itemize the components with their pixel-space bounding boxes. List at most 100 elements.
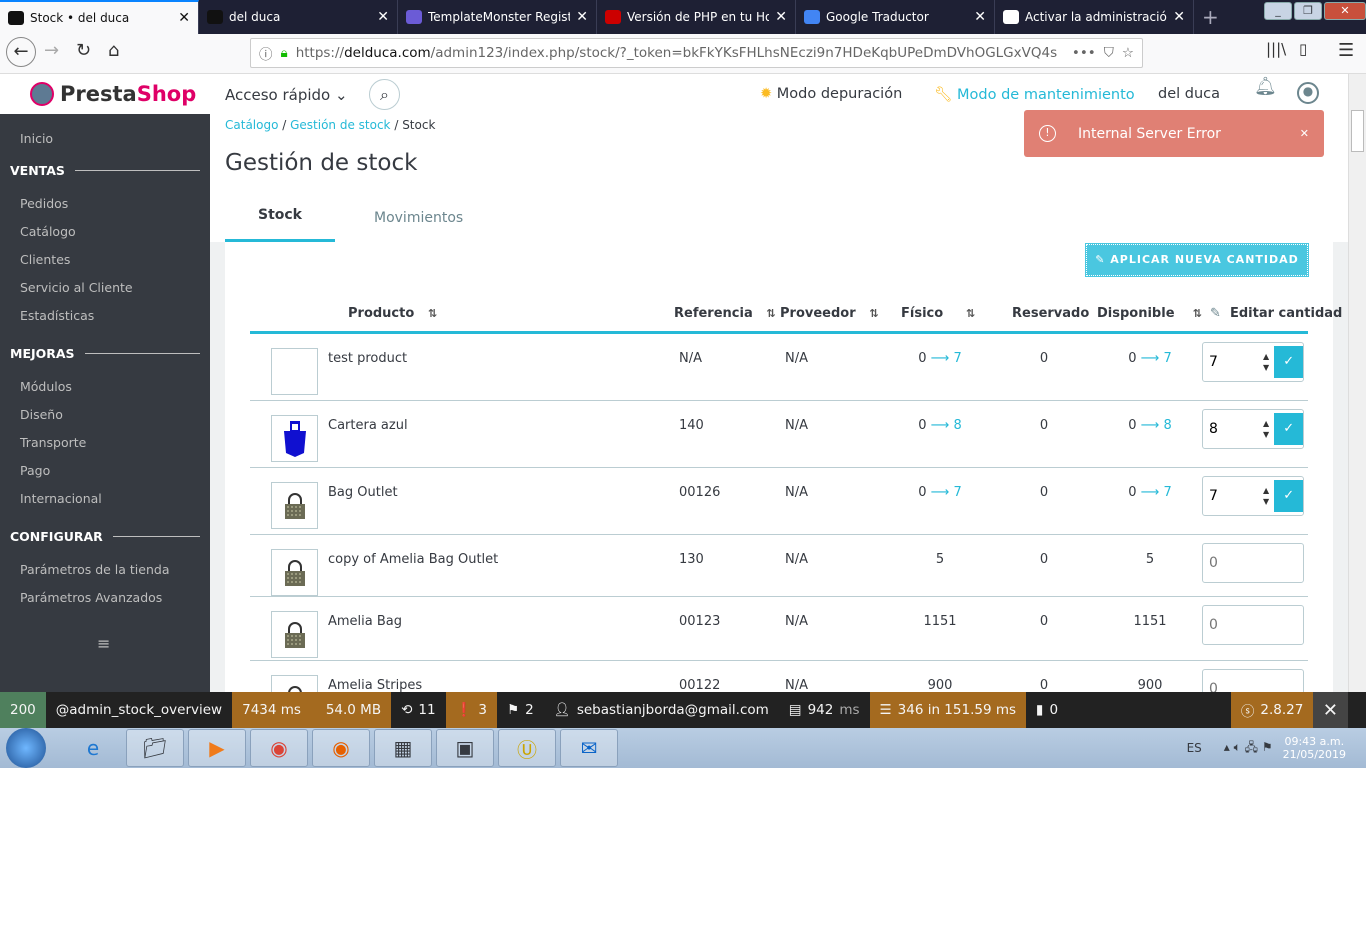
close-window-button[interactable]: ✕ <box>1324 2 1366 20</box>
sidebar-item[interactable]: Catálogo <box>20 224 76 239</box>
sort-icon[interactable]: ⇅ <box>869 307 878 320</box>
start-button[interactable] <box>6 728 46 768</box>
sidebar-item[interactable]: Pedidos <box>20 196 68 211</box>
internet-explorer-icon[interactable]: e <box>64 729 122 767</box>
edit-quantity-field[interactable] <box>1202 605 1304 645</box>
sort-icon[interactable]: ⇅ <box>966 307 975 320</box>
info-icon[interactable]: ⓘ <box>259 43 273 63</box>
minimize-button[interactable]: _ <box>1264 2 1292 20</box>
quantity-input[interactable] <box>1203 681 1263 692</box>
symfony-version[interactable]: ⓢ 2.8.27 <box>1230 692 1313 728</box>
forward-button[interactable]: → <box>44 40 59 61</box>
close-tab-icon[interactable]: ✕ <box>178 10 190 26</box>
quantity-stepper[interactable]: ▲ ▼ <box>1263 351 1274 373</box>
breadcrumb-gestion-stock[interactable]: Gestión de stock <box>290 118 390 132</box>
performance-panel[interactable]: 7434 ms 54.0 MB <box>232 692 392 728</box>
product-name[interactable]: test product <box>328 351 407 366</box>
quick-access-dropdown[interactable]: Acceso rápido ⌄ <box>225 86 348 104</box>
sidebar-item[interactable]: Pago <box>20 463 50 478</box>
user-account-icon[interactable]: ● <box>1297 82 1319 104</box>
sidebar-item[interactable]: Internacional <box>20 491 102 506</box>
close-tab-icon[interactable]: ✕ <box>377 9 389 25</box>
close-alert-button[interactable]: ✕ <box>1300 127 1309 140</box>
sidebar-item[interactable]: Estadísticas <box>20 308 94 323</box>
maintenance-mode-link[interactable]: 🔧︎ Modo de mantenimiento <box>934 86 1135 103</box>
cache-panel[interactable]: ▮ 0 <box>1026 692 1068 728</box>
quantity-input[interactable] <box>1203 488 1263 504</box>
calculator-icon[interactable]: ▦ <box>374 729 432 767</box>
product-name[interactable]: Amelia Stripes <box>328 678 422 692</box>
file-explorer-icon[interactable]: 📁︎ <box>126 729 184 767</box>
browser-tab[interactable]: TemplateMonster Registra ✕ <box>398 0 597 34</box>
sidebar-item[interactable]: Módulos <box>20 379 72 394</box>
close-tab-icon[interactable]: ✕ <box>1173 9 1185 25</box>
page-scrollbar[interactable] <box>1348 74 1366 692</box>
clock[interactable]: 09:43 a.m. 21/05/2019 <box>1283 735 1346 761</box>
menu-icon[interactable]: ☰ <box>1338 40 1354 61</box>
library-icon[interactable]: |||\ <box>1266 40 1286 58</box>
column-header-physical[interactable]: Físico ⇅ <box>901 306 975 321</box>
more-icon[interactable]: ••• <box>1072 45 1096 61</box>
close-toolbar-button[interactable]: ✕ <box>1312 692 1348 728</box>
requests-panel[interactable]: ⟲ 11 <box>391 692 446 728</box>
reload-button[interactable]: ↻ <box>76 40 91 61</box>
browser-tab[interactable]: Stock • del duca ✕ <box>0 0 199 34</box>
new-tab-button[interactable]: + <box>1194 0 1224 34</box>
sort-icon[interactable]: ⇅ <box>766 307 775 320</box>
pocket-icon[interactable]: ⛉ <box>1104 45 1114 61</box>
quantity-input[interactable] <box>1203 421 1263 437</box>
browser-tab[interactable]: Activar la administración a ✕ <box>995 0 1194 34</box>
confirm-quantity-button[interactable]: ✓ <box>1274 413 1303 445</box>
column-header-available[interactable]: Disponible ⇅ <box>1097 306 1202 321</box>
quantity-input[interactable] <box>1203 354 1263 370</box>
home-button[interactable]: ⌂ <box>108 40 119 61</box>
sidebar-item[interactable]: Parámetros de la tienda <box>20 562 170 577</box>
column-header-supplier[interactable]: Proveedor ⇅ <box>780 306 878 321</box>
sidebar-toggle-icon[interactable]: ▯ <box>1299 40 1307 58</box>
user-panel[interactable]: 👤︎ sebastianjborda@gmail.com <box>544 692 779 728</box>
media-player-icon[interactable]: ▶ <box>188 729 246 767</box>
edit-quantity-field[interactable] <box>1202 669 1304 692</box>
collapse-menu-icon[interactable]: ≡ <box>97 634 110 653</box>
prestashop-logo[interactable]: PrestaShop <box>0 74 210 114</box>
product-name[interactable]: Cartera azul <box>328 418 408 433</box>
browser-tab[interactable]: Versión de PHP en tu Host ✕ <box>597 0 796 34</box>
notifications-bell-icon[interactable]: 🔔︎ <box>1254 76 1277 97</box>
sidebar-item[interactable]: Servicio al Cliente <box>20 280 133 295</box>
edit-quantity-field[interactable] <box>1202 543 1304 583</box>
chrome-icon[interactable]: ◉ <box>250 729 308 767</box>
confirm-quantity-button[interactable]: ✓ <box>1274 346 1303 378</box>
outlook-icon[interactable]: ✉ <box>560 729 618 767</box>
url-bar[interactable]: ⓘ 🔒︎ https://delduca.com/admin123/index.… <box>250 38 1143 68</box>
debug-mode-link[interactable]: ✹ Modo depuración <box>760 86 902 102</box>
close-tab-icon[interactable]: ✕ <box>974 9 986 25</box>
quantity-input[interactable] <box>1203 555 1263 571</box>
tab-movimientos[interactable]: Movimientos <box>374 210 463 226</box>
browser-tab[interactable]: Google Traductor ✕ <box>796 0 995 34</box>
back-button[interactable]: ← <box>6 37 36 67</box>
product-name[interactable]: Bag Outlet <box>328 485 398 500</box>
sidebar-item[interactable]: Diseño <box>20 407 63 422</box>
sidebar-item-inicio[interactable]: Inicio <box>20 131 53 146</box>
bookmark-star-icon[interactable]: ☆ <box>1122 45 1134 61</box>
sidebar-item[interactable]: Transporte <box>20 435 86 450</box>
quantity-stepper[interactable]: ▲ ▼ <box>1263 485 1274 507</box>
confirm-quantity-button[interactable]: ✓ <box>1274 480 1303 512</box>
close-tab-icon[interactable]: ✕ <box>576 9 588 25</box>
maximize-button[interactable]: ❐ <box>1294 2 1322 20</box>
edit-quantity-field[interactable]: ▲▼✓ <box>1202 342 1304 382</box>
route-name[interactable]: @admin_stock_overview <box>46 692 232 728</box>
errors-panel[interactable]: ❗ 3 <box>445 692 497 728</box>
close-tab-icon[interactable]: ✕ <box>775 9 787 25</box>
terminal-icon[interactable]: ▣ <box>436 729 494 767</box>
sidebar-item[interactable]: Clientes <box>20 252 70 267</box>
ultraedit-icon[interactable]: Ⓤ <box>498 729 556 767</box>
sidebar-item[interactable]: Parámetros Avanzados <box>20 590 162 605</box>
sort-icon[interactable]: ⇅ <box>1193 307 1202 320</box>
status-code[interactable]: 200 <box>0 692 46 728</box>
tab-stock[interactable]: Stock <box>225 204 335 242</box>
column-header-product[interactable]: Producto ⇅ <box>348 306 437 321</box>
quantity-stepper[interactable]: ▲ ▼ <box>1263 418 1274 440</box>
product-name[interactable]: Amelia Bag <box>328 614 402 629</box>
apply-new-quantity-button[interactable]: ✎ APLICAR NUEVA CANTIDAD <box>1085 243 1309 277</box>
